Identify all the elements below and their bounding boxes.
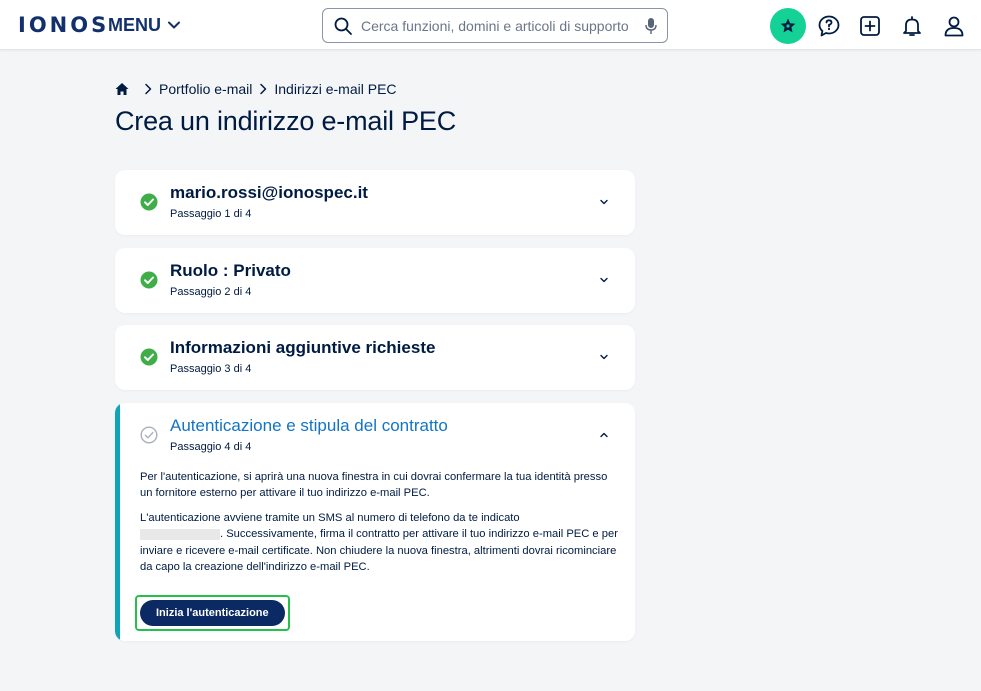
step-3-subtitle: Passaggio 3 di 4 [170, 363, 252, 375]
step-2-subtitle: Passaggio 2 di 4 [170, 286, 252, 298]
focus-outline: Inizia l'autenticazione [135, 595, 290, 631]
authentication-sms-text: L'autenticazione avviene tramite un SMS … [140, 510, 620, 575]
top-bar: IONOS MENU [0, 0, 981, 50]
page-title: Crea un indirizzo e-mail PEC [115, 106, 457, 136]
chevron-down-icon[interactable] [598, 351, 610, 363]
breadcrumb-portfolio-email[interactable]: Portfolio e-mail [159, 81, 252, 97]
mic-icon[interactable] [643, 17, 659, 35]
bell-icon [903, 16, 921, 36]
breadcrumb-pec-addresses[interactable]: Indirizzi e-mail PEC [274, 81, 396, 97]
check-circle-icon [140, 193, 158, 211]
account-button[interactable] [937, 9, 971, 43]
notifications-button[interactable] [895, 9, 929, 43]
search-box[interactable] [322, 8, 668, 43]
menu-button[interactable]: MENU [108, 14, 181, 36]
menu-label: MENU [108, 14, 161, 35]
step-4-subtitle: Passaggio 4 di 4 [170, 441, 252, 453]
ionos-logo[interactable]: IONOS [18, 13, 109, 37]
chevron-down-icon[interactable] [598, 274, 610, 286]
check-circle-icon [140, 271, 158, 289]
search-input[interactable] [361, 17, 643, 34]
redacted-phone-number [140, 528, 220, 540]
breadcrumb: Portfolio e-mail Indirizzi e-mail PEC [115, 81, 397, 97]
star-icon [780, 18, 796, 33]
chevron-down-icon[interactable] [598, 196, 610, 208]
step-4-title[interactable]: Autenticazione e stipula del contratto [170, 416, 448, 436]
check-circle-outline-icon [140, 426, 158, 444]
step-3-card[interactable]: Informazioni aggiuntive richieste Passag… [115, 325, 635, 390]
step-4-card: Autenticazione e stipula del contratto P… [115, 403, 635, 641]
favorites-button[interactable] [770, 8, 806, 44]
home-icon[interactable] [115, 82, 129, 96]
add-button[interactable] [853, 9, 887, 43]
search-icon[interactable] [333, 16, 353, 36]
chevron-right-icon [260, 83, 267, 95]
start-authentication-button[interactable]: Inizia l'autenticazione [140, 600, 285, 626]
step-2-card[interactable]: Ruolo : Privato Passaggio 2 di 4 [115, 248, 635, 313]
check-circle-icon [140, 348, 158, 366]
help-button[interactable] [812, 9, 846, 43]
step-1-subtitle: Passaggio 1 di 4 [170, 208, 252, 220]
step-3-title: Informazioni aggiuntive richieste [170, 338, 436, 357]
sms-text-part-1: L'autenticazione avviene tramite un SMS … [140, 512, 520, 524]
help-icon [818, 15, 840, 37]
chevron-right-icon [145, 83, 152, 95]
step-1-title: mario.rossi@ionospec.it [170, 183, 368, 202]
step-1-card[interactable]: mario.rossi@ionospec.it Passaggio 1 di 4 [115, 170, 635, 235]
user-icon [944, 16, 964, 37]
authentication-intro-text: Per l'autenticazione, si aprirà una nuov… [140, 471, 608, 500]
step-2-title: Ruolo : Privato [170, 261, 291, 280]
chevron-up-icon[interactable] [598, 429, 610, 441]
chevron-down-icon [168, 21, 180, 29]
plus-icon [860, 16, 880, 36]
